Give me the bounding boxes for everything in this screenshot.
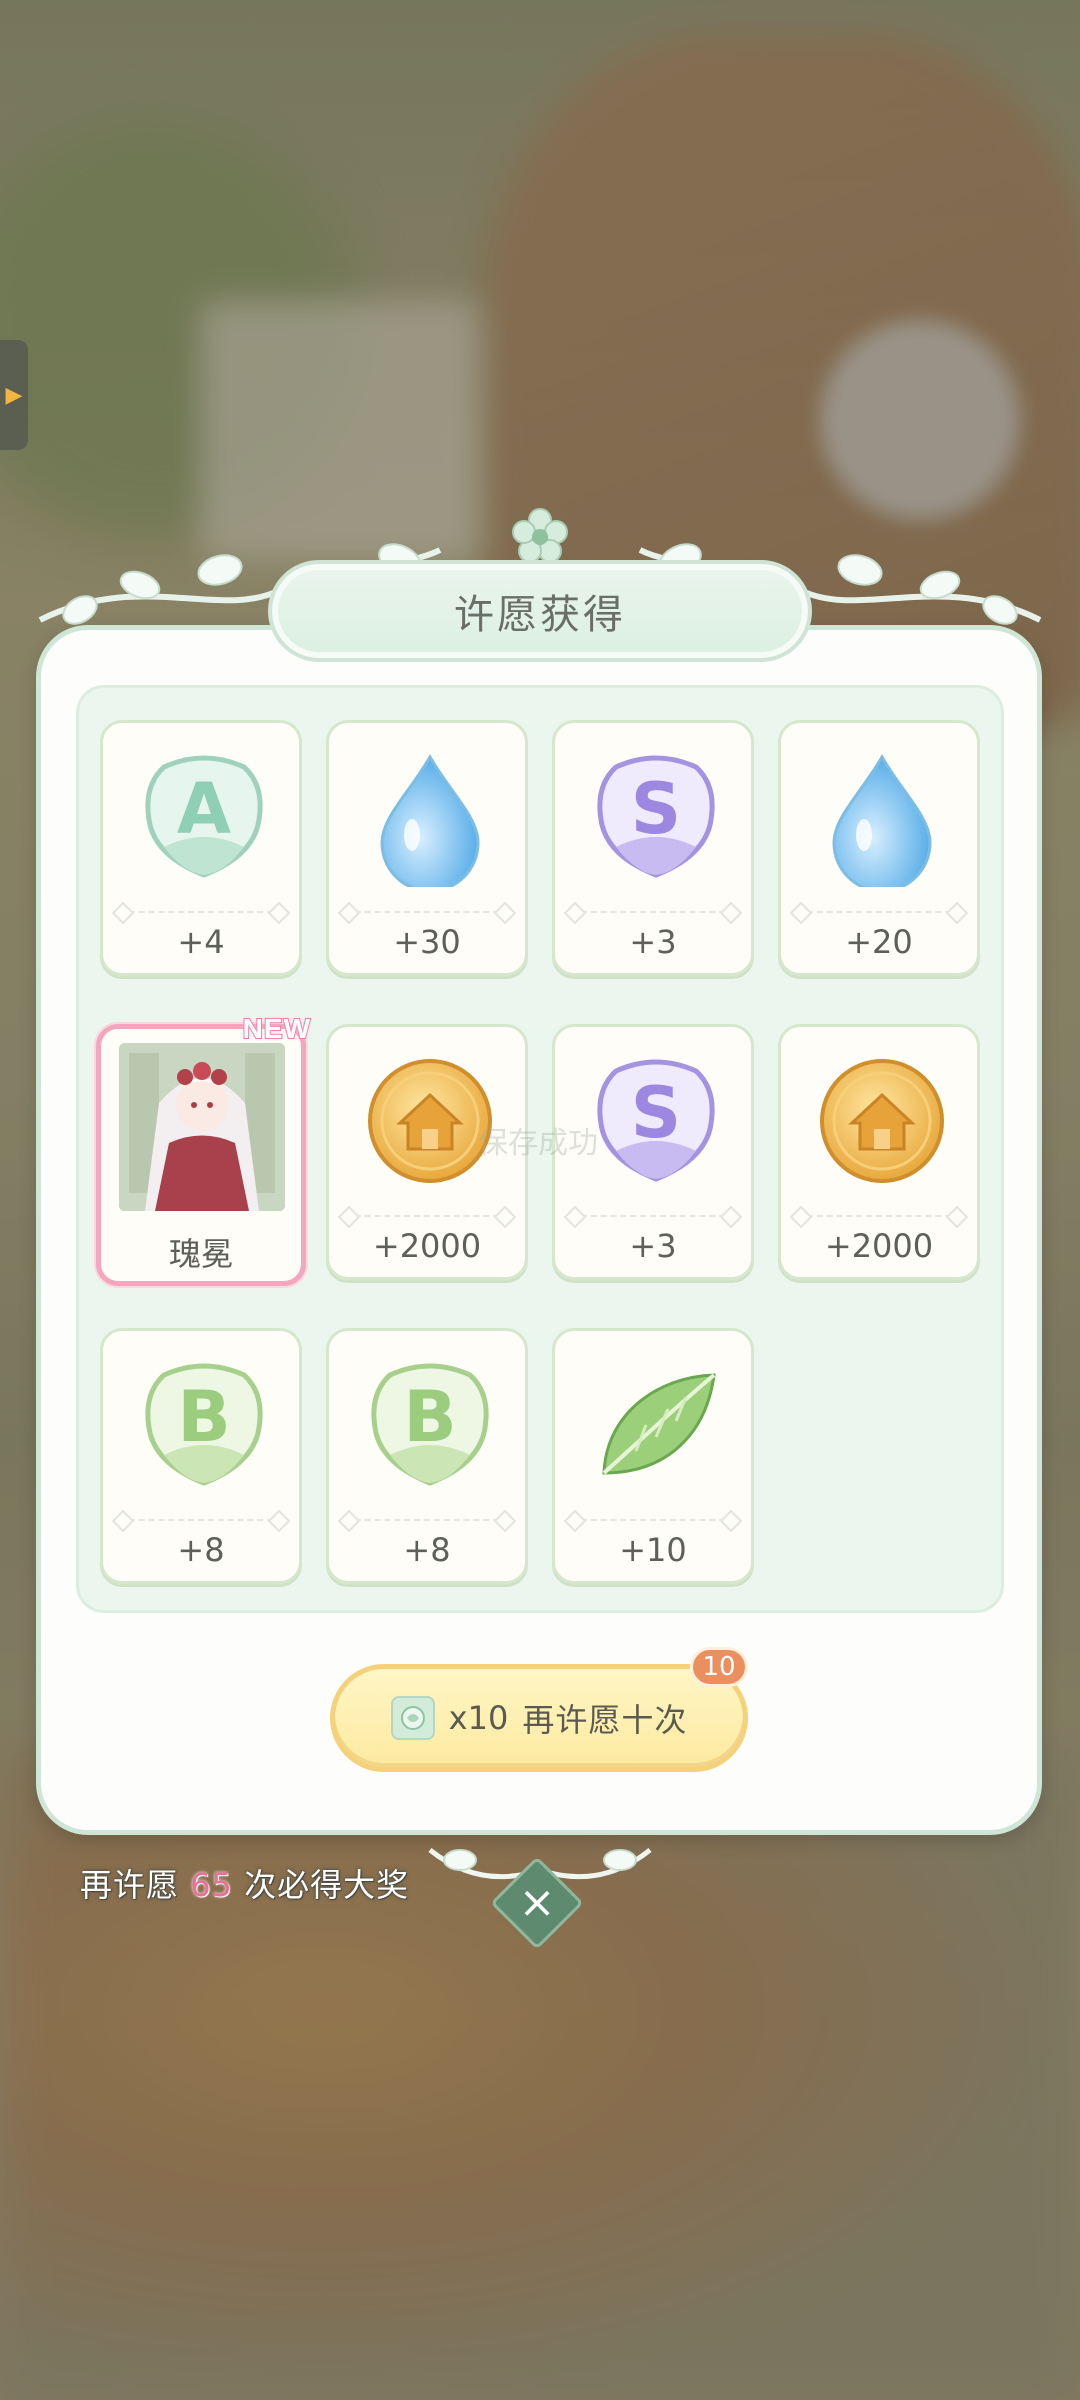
green-leaf-icon [602,1373,716,1475]
card-divider [119,911,283,913]
card-divider [345,1215,509,1217]
reward-card-coin[interactable]: +2000 [326,1024,528,1280]
reward-card-b-badge[interactable]: B +8 [100,1328,302,1584]
reward-card-water[interactable]: +30 [326,720,528,976]
ticket-count-badge: 10 [690,1647,748,1687]
character-illustration [119,1043,285,1211]
card-divider [571,1215,735,1217]
water-drop-icon [380,753,480,887]
reward-amount: +8 [403,1531,451,1569]
reward-card-s-badge[interactable]: S +3 [552,720,754,976]
reward-amount: +3 [629,1227,677,1265]
reward-amount: +2000 [824,1227,934,1265]
gold-home-coin-icon [820,1059,944,1183]
reward-card-leaf[interactable]: +10 [552,1328,754,1584]
reward-card-b-badge[interactable]: B +8 [326,1328,528,1584]
card-divider [345,911,509,913]
b-rank-badge-icon: B [145,1363,263,1486]
flower-ornament-icon [512,508,568,563]
wish-cost: x10 [448,1699,509,1737]
reward-card-character[interactable]: NEW 瑰冕 [96,1012,311,1286]
close-icon[interactable]: × [504,1870,570,1936]
badge-letter: S [631,1072,681,1154]
gold-home-coin-icon [368,1059,492,1183]
new-badge: NEW [242,1012,311,1045]
reward-card-coin[interactable]: +2000 [778,1024,980,1280]
pity-suffix: 次必得大奖 [244,1866,410,1904]
reward-amount: +3 [629,923,677,961]
s-rank-badge-icon: S [597,755,715,878]
reward-amount: +2000 [372,1227,482,1265]
reward-amount: +8 [177,1531,225,1569]
b-rank-badge-icon: B [371,1363,489,1486]
reward-card-a-badge[interactable]: A +4 [100,720,302,976]
badge-letter: A [177,768,231,850]
character-name: 瑰冕 [168,1235,233,1273]
reward-amount: +30 [393,923,461,961]
side-expand-tab[interactable]: ▶ [0,340,28,450]
badge-letter: S [631,768,681,850]
pity-count: 65 [190,1866,233,1904]
water-drop-icon [832,753,932,887]
card-divider [797,1215,961,1217]
dialog-title-plaque: 许愿获得 [268,560,812,662]
character-portrait [119,1043,285,1211]
pity-counter-text: 再许愿 65 次必得大奖 [80,1860,409,1906]
card-divider [345,1519,509,1521]
s-rank-badge-icon: S [597,1059,715,1182]
reward-card-water[interactable]: +20 [778,720,980,976]
wish-button-label: 再许愿十次 [522,1701,688,1739]
reward-amount: +20 [845,923,913,961]
wish-again-ten-button[interactable]: x10 再许愿十次 [330,1664,748,1772]
card-divider [571,1519,735,1521]
pity-prefix: 再许愿 [80,1866,180,1904]
card-divider [119,1519,283,1521]
chevron-right-icon: ▶ [5,382,23,408]
card-divider [571,911,735,913]
badge-letter: B [177,1376,230,1458]
reward-amount: +10 [619,1531,687,1569]
reward-card-s-badge[interactable]: S +3 [552,1024,754,1280]
card-divider [797,911,961,913]
reward-amount: +4 [177,923,225,961]
a-rank-badge-icon: A [145,755,263,878]
wish-ticket-icon [390,1696,435,1740]
dialog-title: 许愿获得 [454,592,626,638]
badge-letter: B [403,1376,456,1458]
